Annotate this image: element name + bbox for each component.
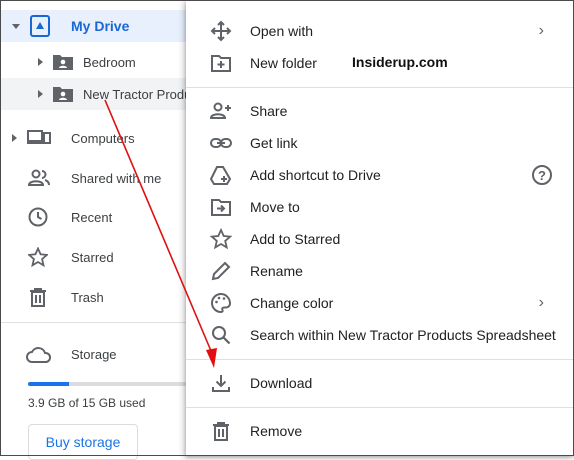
cloud-icon bbox=[26, 346, 52, 369]
menu-item-label: Rename bbox=[250, 263, 303, 279]
menu-item-rename[interactable]: Rename bbox=[186, 255, 574, 287]
menu-item-remove[interactable]: Remove bbox=[186, 415, 574, 447]
menu-item-open-with[interactable]: Open with › bbox=[186, 15, 574, 47]
star-icon bbox=[210, 228, 232, 250]
shared-folder-icon bbox=[52, 85, 74, 108]
move-arrows-icon bbox=[210, 20, 232, 42]
add-shortcut-icon bbox=[210, 164, 232, 186]
sidebar-item-label: Shared with me bbox=[71, 170, 162, 186]
context-menu: Insiderup.com Open with › New folder Sha… bbox=[186, 0, 574, 456]
sidebar-item-starred[interactable]: Starred bbox=[0, 241, 200, 273]
chevron-right-icon[interactable] bbox=[38, 58, 43, 66]
new-folder-icon bbox=[210, 52, 232, 74]
menu-item-move-to[interactable]: Move to bbox=[186, 191, 574, 223]
pencil-icon bbox=[210, 260, 232, 282]
menu-item-add-shortcut[interactable]: Add shortcut to Drive ? bbox=[186, 159, 574, 191]
tree-item-label: Bedroom bbox=[83, 54, 136, 70]
menu-item-label: Add shortcut to Drive bbox=[250, 167, 381, 183]
menu-item-label: Download bbox=[250, 375, 313, 391]
menu-item-label: Remove bbox=[250, 423, 303, 439]
sidebar-item-my-drive[interactable]: My Drive bbox=[0, 10, 200, 42]
sidebar: My Drive Bedroom New Tractor Produ Compu… bbox=[0, 0, 200, 460]
menu-item-search-within[interactable]: Search within New Tractor Products Sprea… bbox=[186, 319, 574, 351]
sidebar-item-label: Computers bbox=[71, 130, 135, 146]
sidebar-item-storage[interactable]: Storage bbox=[0, 338, 200, 370]
menu-item-label: Search within New Tractor Products Sprea… bbox=[250, 327, 556, 343]
buy-storage-button[interactable]: Buy storage bbox=[28, 424, 138, 460]
menu-item-download[interactable]: Download bbox=[186, 367, 574, 399]
add-person-icon bbox=[210, 100, 232, 122]
chevron-right-icon: › bbox=[538, 22, 544, 39]
move-to-folder-icon bbox=[210, 196, 232, 218]
menu-divider bbox=[186, 87, 574, 88]
storage-usage-text: 3.9 GB of 15 GB used bbox=[28, 396, 146, 410]
sidebar-item-trash[interactable]: Trash bbox=[0, 281, 200, 313]
menu-item-add-to-starred[interactable]: Add to Starred bbox=[186, 223, 574, 255]
menu-divider bbox=[186, 407, 574, 408]
sidebar-item-label: Trash bbox=[71, 289, 104, 305]
menu-item-label: Open with bbox=[250, 23, 314, 39]
menu-item-label: Add to Starred bbox=[250, 231, 341, 247]
menu-item-new-folder[interactable]: New folder bbox=[186, 47, 574, 79]
shared-folder-icon bbox=[52, 53, 74, 76]
menu-item-label: Move to bbox=[250, 199, 300, 215]
sidebar-item-label: Storage bbox=[71, 346, 117, 362]
menu-item-label: Change color bbox=[250, 295, 334, 311]
shared-icon bbox=[27, 168, 50, 193]
storage-usage-bar bbox=[28, 382, 186, 386]
menu-item-change-color[interactable]: Change color › bbox=[186, 287, 574, 319]
tree-item-new-tractor-products[interactable]: New Tractor Produ bbox=[0, 78, 200, 110]
storage-usage-fill bbox=[28, 382, 70, 386]
menu-item-label: New folder bbox=[250, 55, 317, 71]
trash-icon bbox=[210, 420, 232, 442]
search-icon bbox=[210, 324, 232, 346]
chevron-right-icon: › bbox=[538, 294, 544, 311]
sidebar-item-computers[interactable]: Computers bbox=[0, 122, 200, 154]
chevron-right-icon[interactable] bbox=[38, 90, 43, 98]
download-icon bbox=[210, 372, 232, 394]
chevron-down-icon[interactable] bbox=[12, 24, 20, 29]
tree-item-label: New Tractor Produ bbox=[83, 86, 192, 102]
sidebar-item-label: My Drive bbox=[71, 18, 130, 34]
star-icon bbox=[26, 246, 50, 272]
menu-divider bbox=[186, 359, 574, 360]
sidebar-item-recent[interactable]: Recent bbox=[0, 201, 200, 233]
sidebar-item-label: Recent bbox=[71, 209, 113, 225]
menu-item-label: Share bbox=[250, 103, 288, 119]
trash-icon bbox=[29, 287, 47, 312]
computers-icon bbox=[27, 128, 51, 153]
menu-item-get-link[interactable]: Get link bbox=[186, 127, 574, 159]
sidebar-item-label: Starred bbox=[71, 249, 114, 265]
palette-icon bbox=[210, 292, 232, 314]
menu-item-share[interactable]: Share bbox=[186, 95, 574, 127]
clock-icon bbox=[28, 207, 48, 232]
tree-item-bedroom[interactable]: Bedroom bbox=[0, 46, 200, 78]
link-icon bbox=[210, 132, 232, 154]
sidebar-divider bbox=[0, 322, 200, 323]
help-icon[interactable]: ? bbox=[532, 165, 552, 185]
chevron-right-icon[interactable] bbox=[12, 134, 17, 142]
drive-icon bbox=[30, 15, 50, 42]
menu-item-label: Get link bbox=[250, 135, 298, 151]
sidebar-item-shared-with-me[interactable]: Shared with me bbox=[0, 162, 200, 194]
